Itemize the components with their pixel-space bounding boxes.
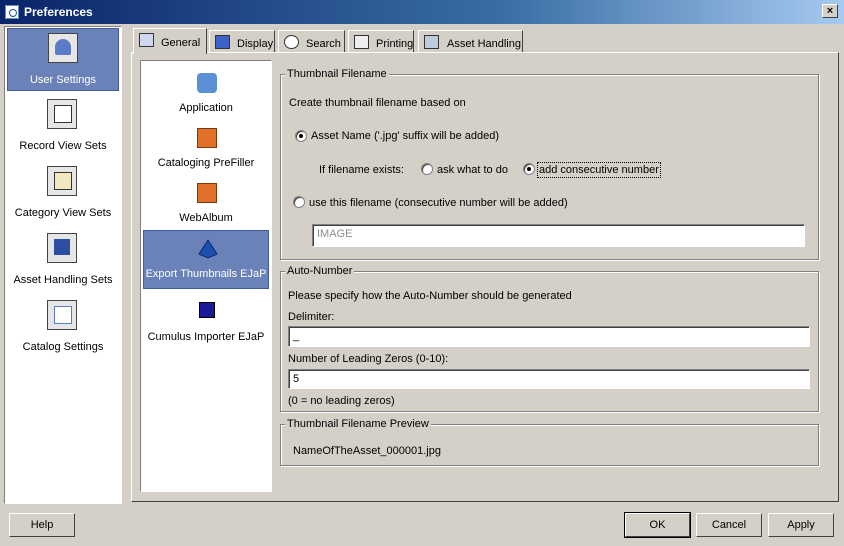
category-item-asset-handling-sets[interactable]: Asset Handling Sets xyxy=(7,229,119,292)
apply-button[interactable]: Apply xyxy=(768,513,834,537)
plugin-list: Application Cataloging PreFiller WebAlbu… xyxy=(140,60,272,492)
tab-search[interactable]: Search xyxy=(278,30,345,53)
export-thumbnails-icon xyxy=(198,239,218,259)
ask-what-to-do-radio[interactable] xyxy=(421,163,433,175)
preview-value: NameOfTheAsset_000001.jpg xyxy=(293,445,441,457)
group-title: Auto-Number xyxy=(285,265,355,277)
leading-zeros-hint: (0 = no leading zeros) xyxy=(288,395,395,407)
delimiter-label: Delimiter: xyxy=(288,311,335,323)
plugin-item-cataloging-prefiller[interactable]: Cataloging PreFiller xyxy=(143,120,269,178)
category-item-user-settings[interactable]: User Settings xyxy=(7,28,119,91)
category-label: Asset Handling Sets xyxy=(13,274,113,286)
catalog-settings-icon xyxy=(47,300,77,330)
ask-what-to-do-label[interactable]: ask what to do xyxy=(437,164,508,176)
group-title: Thumbnail Filename Preview xyxy=(285,418,431,430)
leading-zeros-label: Number of Leading Zeros (0-10): xyxy=(288,353,449,365)
importer-icon xyxy=(199,302,215,318)
plugin-label: Export Thumbnails EJaP xyxy=(145,268,267,280)
asset-name-radio[interactable] xyxy=(295,130,307,142)
tab-general[interactable]: General xyxy=(133,28,207,54)
prefiller-icon xyxy=(197,128,217,148)
category-label: Category View Sets xyxy=(14,207,112,219)
plugin-item-webalbum[interactable]: WebAlbum xyxy=(143,175,269,233)
auto-number-intro: Please specify how the Auto-Number shoul… xyxy=(288,290,572,302)
category-label: User Settings xyxy=(29,74,97,86)
asset-handling-icon xyxy=(47,233,77,263)
leading-zeros-input[interactable]: 5 xyxy=(288,369,810,389)
general-icon xyxy=(139,33,154,47)
plugin-item-export-thumbnails[interactable]: Export Thumbnails EJaP xyxy=(143,230,269,289)
tab-asset-handling[interactable]: Asset Handling xyxy=(418,30,523,53)
group-title: Thumbnail Filename xyxy=(285,68,389,80)
tab-printing[interactable]: Printing xyxy=(348,30,414,53)
category-label: Catalog Settings xyxy=(22,341,104,353)
asset-handling-icon xyxy=(424,35,439,49)
record-view-icon xyxy=(47,99,77,129)
category-view-icon xyxy=(47,166,77,196)
tab-label: Display xyxy=(237,38,274,50)
plugin-label: Cataloging PreFiller xyxy=(157,157,255,169)
consecutive-number-radio[interactable] xyxy=(523,163,535,175)
if-exists-label: If filename exists: xyxy=(319,164,404,176)
delimiter-input[interactable]: _ xyxy=(288,326,810,347)
printer-icon xyxy=(354,35,369,49)
cancel-button[interactable]: Cancel xyxy=(696,513,762,537)
category-label: Record View Sets xyxy=(19,140,107,152)
user-icon xyxy=(48,33,78,63)
search-icon xyxy=(284,35,299,49)
category-item-catalog-settings[interactable]: Catalog Settings xyxy=(7,296,119,359)
use-filename-radio[interactable] xyxy=(293,196,305,208)
tab-label: General xyxy=(161,37,201,49)
use-filename-label[interactable]: use this filename (consecutive number wi… xyxy=(309,197,568,209)
title-bar xyxy=(0,0,844,24)
plugin-label: Application xyxy=(179,102,233,114)
tab-label: Asset Handling xyxy=(447,38,521,50)
category-item-category-view-sets[interactable]: Category View Sets xyxy=(7,162,119,225)
tab-label: Printing xyxy=(376,38,414,50)
display-icon xyxy=(215,35,230,49)
application-icon xyxy=(197,73,217,93)
asset-name-label[interactable]: Asset Name ('.jpg' suffix will be added) xyxy=(311,130,499,142)
app-icon xyxy=(5,5,19,19)
category-list: User Settings Record View Sets Category … xyxy=(4,26,122,504)
close-button[interactable]: × xyxy=(822,4,838,18)
window-title: Preferences xyxy=(24,5,93,19)
tab-label: Search xyxy=(306,38,341,50)
plugin-label: Cumulus Importer EJaP xyxy=(147,331,265,343)
help-button[interactable]: Help xyxy=(9,513,75,537)
plugin-item-application[interactable]: Application xyxy=(143,65,269,123)
webalbum-icon xyxy=(197,183,217,203)
category-item-record-view-sets[interactable]: Record View Sets xyxy=(7,95,119,158)
filename-input[interactable]: IMAGE xyxy=(312,224,805,247)
thumbnail-filename-intro: Create thumbnail filename based on xyxy=(289,97,466,109)
tab-display[interactable]: Display xyxy=(209,30,275,53)
ok-button[interactable]: OK xyxy=(624,512,691,538)
plugin-label: WebAlbum xyxy=(179,212,233,224)
consecutive-number-label[interactable]: add consecutive number xyxy=(537,162,661,178)
plugin-item-cumulus-importer[interactable]: Cumulus Importer EJaP xyxy=(143,294,269,352)
